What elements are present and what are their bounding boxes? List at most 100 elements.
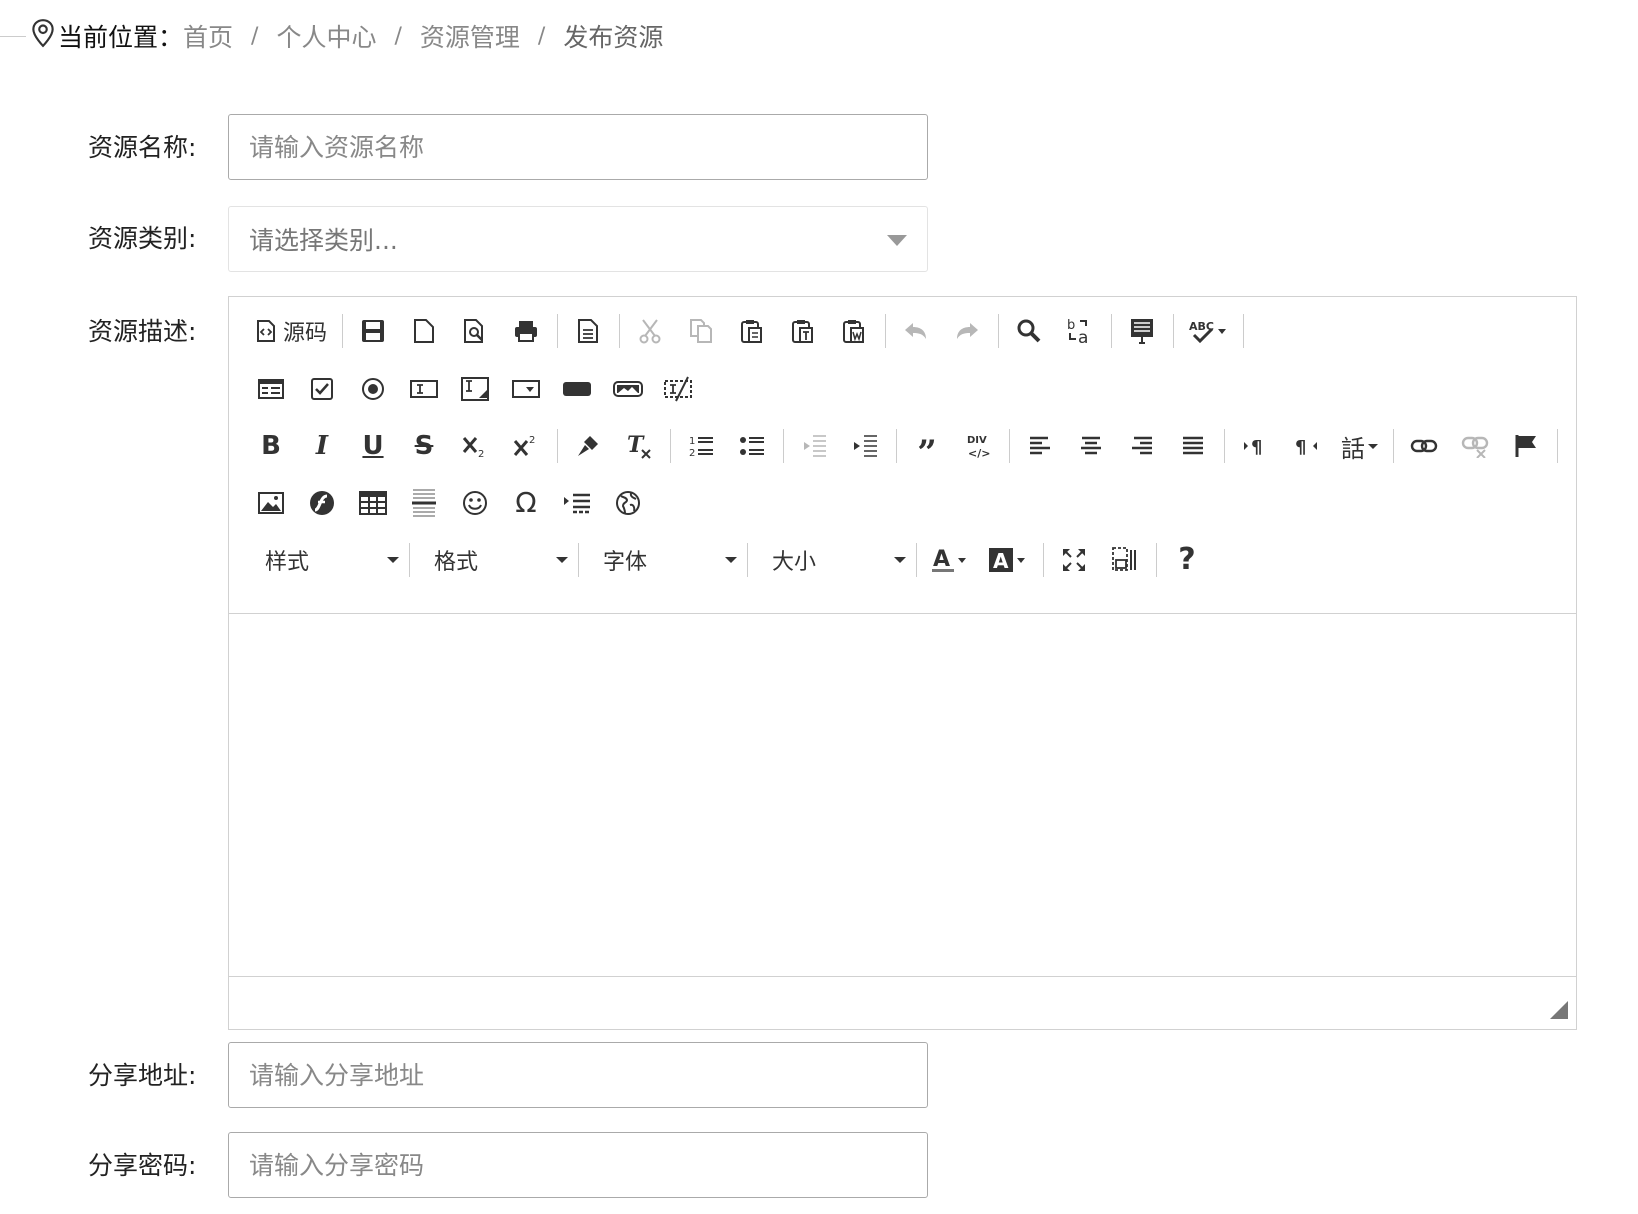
paste-from-word-button[interactable]: [832, 309, 876, 353]
share-url-input[interactable]: [228, 1042, 928, 1108]
align-left-button[interactable]: [1018, 424, 1062, 468]
help-button[interactable]: ?: [1165, 538, 1209, 582]
breadcrumb-item-user-center[interactable]: 个人中心: [276, 18, 376, 54]
paintbrush-icon: [578, 436, 598, 456]
select-all-button[interactable]: [1120, 309, 1164, 353]
save-button[interactable]: [351, 309, 395, 353]
language-button[interactable]: 話: [1335, 424, 1384, 468]
format-dropdown[interactable]: 格式: [418, 538, 576, 582]
chevron-down-icon: [1368, 443, 1378, 449]
replace-icon: ba: [1067, 318, 1088, 345]
textarea-button[interactable]: [453, 367, 497, 411]
bulleted-list-button[interactable]: [730, 424, 774, 468]
text-field-button[interactable]: [402, 367, 446, 411]
svg-text:DIV: DIV: [967, 435, 987, 446]
justify-button[interactable]: [1171, 424, 1215, 468]
maximize-button[interactable]: [1052, 538, 1096, 582]
save-icon: [362, 320, 385, 342]
editor-content-area[interactable]: [229, 614, 1576, 980]
resource-category-select[interactable]: 请选择类别...: [228, 206, 928, 272]
print-button[interactable]: [504, 309, 548, 353]
decrease-indent-button[interactable]: [792, 424, 836, 468]
font-dropdown-label: 字体: [603, 550, 648, 575]
image-button-button[interactable]: [606, 367, 650, 411]
svg-text:</>: </>: [968, 447, 990, 460]
redo-button[interactable]: [945, 309, 989, 353]
toolbar-row-forms: [249, 364, 708, 414]
align-right-button[interactable]: [1120, 424, 1164, 468]
paste-button[interactable]: [730, 309, 774, 353]
italic-button[interactable]: I: [300, 424, 344, 468]
find-button[interactable]: [1007, 309, 1051, 353]
horizontal-rule-button[interactable]: [402, 481, 446, 525]
numbered-list-button[interactable]: 12: [679, 424, 723, 468]
align-center-button[interactable]: [1069, 424, 1113, 468]
radio-icon: [362, 378, 384, 400]
resize-handle-icon[interactable]: [1550, 1001, 1568, 1019]
superscript-icon: 2: [513, 435, 535, 456]
font-dropdown[interactable]: 字体: [587, 538, 745, 582]
special-char-button[interactable]: Ω: [504, 481, 548, 525]
checkbox-button[interactable]: [300, 367, 344, 411]
increase-indent-button[interactable]: [843, 424, 887, 468]
text-direction-ltr-button[interactable]: ¶: [1233, 424, 1277, 468]
show-blocks-button[interactable]: [1103, 538, 1147, 582]
table-icon: [359, 491, 387, 515]
resource-name-input[interactable]: [228, 114, 928, 180]
form-button[interactable]: [249, 367, 293, 411]
page-break-button[interactable]: [555, 481, 599, 525]
show-blocks-icon: [1112, 547, 1136, 571]
chevron-down-icon: [894, 557, 906, 563]
create-div-button[interactable]: DIV </>: [956, 424, 1000, 468]
share-password-input[interactable]: [228, 1132, 928, 1198]
select-field-button[interactable]: [504, 367, 548, 411]
new-page-button[interactable]: [402, 309, 446, 353]
smiley-button[interactable]: [453, 481, 497, 525]
preview-button[interactable]: [453, 309, 497, 353]
paste-as-text-button[interactable]: [781, 309, 825, 353]
text-color-icon: A: [932, 547, 966, 572]
underline-button[interactable]: U: [351, 424, 395, 468]
link-button[interactable]: [1402, 424, 1446, 468]
iframe-button[interactable]: [606, 481, 650, 525]
undo-button[interactable]: [894, 309, 938, 353]
templates-button[interactable]: [566, 309, 610, 353]
svg-text:¶: ¶: [1251, 437, 1262, 458]
anchor-button[interactable]: [1504, 424, 1548, 468]
copy-formatting-button[interactable]: [566, 424, 610, 468]
breadcrumb-item-publish-resource: 发布资源: [563, 23, 664, 52]
svg-text:2: 2: [478, 449, 484, 459]
styles-dropdown[interactable]: 样式: [249, 538, 407, 582]
text-direction-rtl-button[interactable]: ¶: [1284, 424, 1328, 468]
toolbar-separator: [557, 314, 559, 348]
size-dropdown[interactable]: 大小: [756, 538, 914, 582]
omega-icon: Ω: [515, 486, 537, 519]
source-button[interactable]: 源码: [249, 309, 333, 353]
breadcrumb-item-home[interactable]: 首页: [183, 18, 233, 54]
radio-button[interactable]: [351, 367, 395, 411]
table-button[interactable]: [351, 481, 395, 525]
superscript-button[interactable]: 2: [504, 424, 548, 468]
new-page-icon: [414, 319, 435, 343]
underline-icon: U: [362, 431, 384, 461]
align-right-icon: [1132, 436, 1152, 455]
bold-button[interactable]: B: [249, 424, 293, 468]
unlink-button[interactable]: [1453, 424, 1497, 468]
remove-format-button[interactable]: T: [617, 424, 661, 468]
subscript-button[interactable]: 2: [453, 424, 497, 468]
background-color-button[interactable]: A: [982, 538, 1034, 582]
blockquote-button[interactable]: ”: [905, 424, 949, 470]
svg-text:a: a: [1078, 328, 1088, 345]
spell-check-button[interactable]: ABC: [1182, 309, 1234, 353]
copy-button[interactable]: [679, 309, 723, 353]
strikethrough-button[interactable]: S: [402, 424, 446, 468]
breadcrumb-item-resource-management[interactable]: 资源管理: [420, 18, 520, 54]
text-color-button[interactable]: A: [925, 538, 975, 582]
cut-button[interactable]: [628, 309, 672, 353]
replace-button[interactable]: ba: [1058, 309, 1102, 353]
image-button[interactable]: [249, 481, 293, 525]
button-element-button[interactable]: [555, 367, 599, 411]
flash-button[interactable]: [300, 481, 344, 525]
spell-check-icon: ABC: [1189, 320, 1227, 344]
hidden-field-button[interactable]: [657, 367, 701, 411]
